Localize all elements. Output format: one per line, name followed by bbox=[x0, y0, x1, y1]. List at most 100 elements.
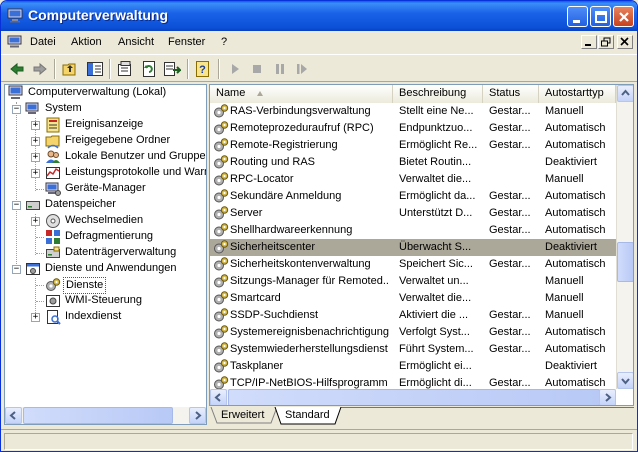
tree-label: Defragmentierung bbox=[65, 230, 154, 242]
scroll-down-button[interactable] bbox=[617, 372, 633, 389]
export-list-icon[interactable] bbox=[163, 60, 181, 78]
list-row[interactable]: Sicherheitscenter Überwacht S... Deaktivie… bbox=[210, 239, 616, 256]
close-button[interactable] bbox=[613, 6, 634, 27]
list-row[interactable]: Taskplaner Ermöglicht ei... Deaktiviert bbox=[210, 358, 616, 375]
scroll-right-button[interactable] bbox=[189, 407, 206, 424]
tree-item-datenspeicher[interactable]: − Datenspeicher bbox=[5, 197, 206, 213]
list-row[interactable]: Sicherheitskontenverwaltung Speichert Sic… bbox=[210, 256, 616, 273]
play-icon[interactable] bbox=[226, 60, 244, 78]
stop-icon[interactable] bbox=[248, 60, 266, 78]
menu-aktion[interactable]: Aktion bbox=[71, 36, 102, 48]
scroll-up-button[interactable] bbox=[617, 85, 633, 102]
wmi-control-icon bbox=[46, 295, 60, 307]
column-header-beschreibung[interactable]: Beschreibung bbox=[393, 85, 483, 103]
column-header-status[interactable]: Status bbox=[483, 85, 539, 103]
collapse-icon[interactable]: − bbox=[12, 201, 21, 210]
tree-item-system[interactable]: − System bbox=[5, 101, 206, 117]
column-header-name[interactable]: Name bbox=[210, 85, 393, 103]
list-row[interactable]: Smartcard Verwaltet die... Manuell bbox=[210, 290, 616, 307]
menu-help[interactable]: ? bbox=[221, 36, 227, 48]
list-row[interactable]: Shellhardwareerkennung Gestar... Automatis… bbox=[210, 222, 616, 239]
tab-standard[interactable]: Standard bbox=[275, 407, 330, 425]
expand-icon[interactable]: + bbox=[31, 137, 40, 146]
tree-item-geraete-manager[interactable]: Geräte-Manager bbox=[5, 181, 206, 197]
up-folder-icon[interactable] bbox=[62, 60, 80, 78]
expand-icon[interactable]: + bbox=[31, 121, 40, 130]
list-row[interactable]: SSDP-Suchdienst Aktiviert die ... Gestar..… bbox=[210, 307, 616, 324]
expand-icon[interactable]: + bbox=[31, 153, 40, 162]
list-row[interactable]: Sekundäre Anmeldung Ermöglicht da... Gesta… bbox=[210, 188, 616, 205]
gear-icon bbox=[214, 274, 229, 288]
expand-icon[interactable]: + bbox=[31, 313, 40, 322]
collapse-icon[interactable]: − bbox=[12, 265, 21, 274]
menu-datei[interactable]: Datei bbox=[30, 36, 56, 48]
list-row[interactable]: Routing und RAS Bietet Routin... Deaktivie… bbox=[210, 154, 616, 171]
tree-item-leistungsprotokolle[interactable]: + Leistungsprotokolle und Warnungen bbox=[5, 165, 206, 181]
mdi-restore-button[interactable] bbox=[598, 35, 614, 49]
list-horizontal-scrollbar[interactable] bbox=[210, 389, 616, 405]
help-icon[interactable]: ? bbox=[194, 60, 212, 78]
cell-description: Speichert Sic... bbox=[399, 258, 473, 270]
scroll-thumb[interactable] bbox=[23, 407, 173, 424]
gear-icon bbox=[214, 223, 229, 237]
scroll-thumb[interactable] bbox=[228, 389, 600, 405]
tree-horizontal-scrollbar[interactable] bbox=[5, 407, 206, 424]
list-row[interactable]: Remote-Registrierung Ermöglicht Re... Gest… bbox=[210, 137, 616, 154]
cell-status: Gestar... bbox=[489, 122, 531, 134]
tree-item-root[interactable]: Computerverwaltung (Lokal) bbox=[5, 85, 206, 101]
pause-icon[interactable] bbox=[271, 60, 289, 78]
list-row[interactable]: Systemwiederherstellungsdienst Führt Syst… bbox=[210, 341, 616, 358]
tree-item-freigegebene-ordner[interactable]: + Freigegebene Ordner bbox=[5, 133, 206, 149]
mdi-close-button[interactable] bbox=[617, 35, 633, 49]
restart-icon[interactable] bbox=[293, 60, 311, 78]
list-row[interactable]: Server Unterstützt D... Gestar... Automatis… bbox=[210, 205, 616, 222]
expand-icon[interactable]: + bbox=[31, 169, 40, 178]
list-row[interactable]: Systemereignisbenachrichtigung Verfolgt S… bbox=[210, 324, 616, 341]
disk-management-icon bbox=[46, 246, 60, 258]
gear-icon bbox=[214, 308, 229, 322]
maximize-button[interactable] bbox=[590, 6, 611, 27]
collapse-icon[interactable]: − bbox=[12, 105, 21, 114]
column-header-autostarttyp[interactable]: Autostarttyp bbox=[539, 85, 616, 103]
tree-item-wechselmedien[interactable]: + Wechselmedien bbox=[5, 213, 206, 229]
list-row[interactable]: Remoteprozeduraufruf (RPC) Endpunktzuo...… bbox=[210, 120, 616, 137]
scroll-right-button[interactable] bbox=[599, 389, 616, 405]
list-vertical-scrollbar[interactable] bbox=[616, 85, 633, 389]
scroll-thumb[interactable] bbox=[617, 242, 633, 282]
scroll-left-button[interactable] bbox=[5, 407, 22, 424]
services-list-pane[interactable]: Name Beschreibung Status Autostarttyp RA… bbox=[209, 84, 634, 406]
view-tabs: Erweitert Standard bbox=[209, 407, 634, 427]
tab-erweitert[interactable]: Erweitert bbox=[211, 407, 264, 425]
refresh-icon[interactable] bbox=[140, 60, 158, 78]
menu-ansicht[interactable]: Ansicht bbox=[118, 36, 154, 48]
gear-icon bbox=[214, 138, 229, 152]
tree-item-ereignisanzeige[interactable]: + Ereignisanzeige bbox=[5, 117, 206, 133]
forward-arrow-icon[interactable] bbox=[31, 60, 49, 78]
document-menu-icon[interactable] bbox=[7, 35, 23, 49]
back-arrow-icon[interactable] bbox=[8, 60, 26, 78]
list-row[interactable]: RAS-Verbindungsverwaltung Stellt eine Ne.… bbox=[210, 103, 616, 120]
tree-item-indexdienst[interactable]: + Indexdienst bbox=[5, 309, 206, 325]
properties-icon[interactable] bbox=[116, 60, 134, 78]
tree-item-defragmentierung[interactable]: Defragmentierung bbox=[5, 229, 206, 245]
cell-description: Verwaltet die... bbox=[399, 173, 472, 185]
tree-item-dienste[interactable]: Dienste bbox=[5, 277, 206, 294]
tree-item-datentraegerverwaltung[interactable]: Datenträgerverwaltung bbox=[5, 245, 206, 261]
tree-item-lokale-benutzer[interactable]: + Lokale Benutzer und Gruppen bbox=[5, 149, 206, 165]
title-bar[interactable]: Computerverwaltung bbox=[1, 1, 637, 31]
expand-icon[interactable]: + bbox=[31, 217, 40, 226]
minimize-button[interactable] bbox=[567, 6, 588, 27]
tree-item-dienste-und-anwendungen[interactable]: − Dienste und Anwendungen bbox=[5, 261, 206, 277]
tree-pane[interactable]: Computerverwaltung (Lokal) − System + Er… bbox=[4, 84, 207, 425]
list-row[interactable]: RPC-Locator Verwaltet die... Manuell bbox=[210, 171, 616, 188]
mdi-minimize-button[interactable] bbox=[581, 35, 597, 49]
gear-icon bbox=[214, 342, 229, 356]
show-hide-tree-icon[interactable] bbox=[86, 60, 104, 78]
shared-folder-icon bbox=[45, 135, 60, 149]
scroll-left-button[interactable] bbox=[210, 389, 227, 405]
menu-fenster[interactable]: Fenster bbox=[168, 36, 205, 48]
tree-item-wmi-steuerung[interactable]: WMI-Steuerung bbox=[5, 293, 206, 309]
cell-description: Ermöglicht da... bbox=[399, 190, 476, 202]
list-row[interactable]: Sitzungs-Manager für Remoted... Verwaltet… bbox=[210, 273, 616, 290]
menu-bar: Datei Aktion Ansicht Fenster ? bbox=[1, 31, 637, 53]
